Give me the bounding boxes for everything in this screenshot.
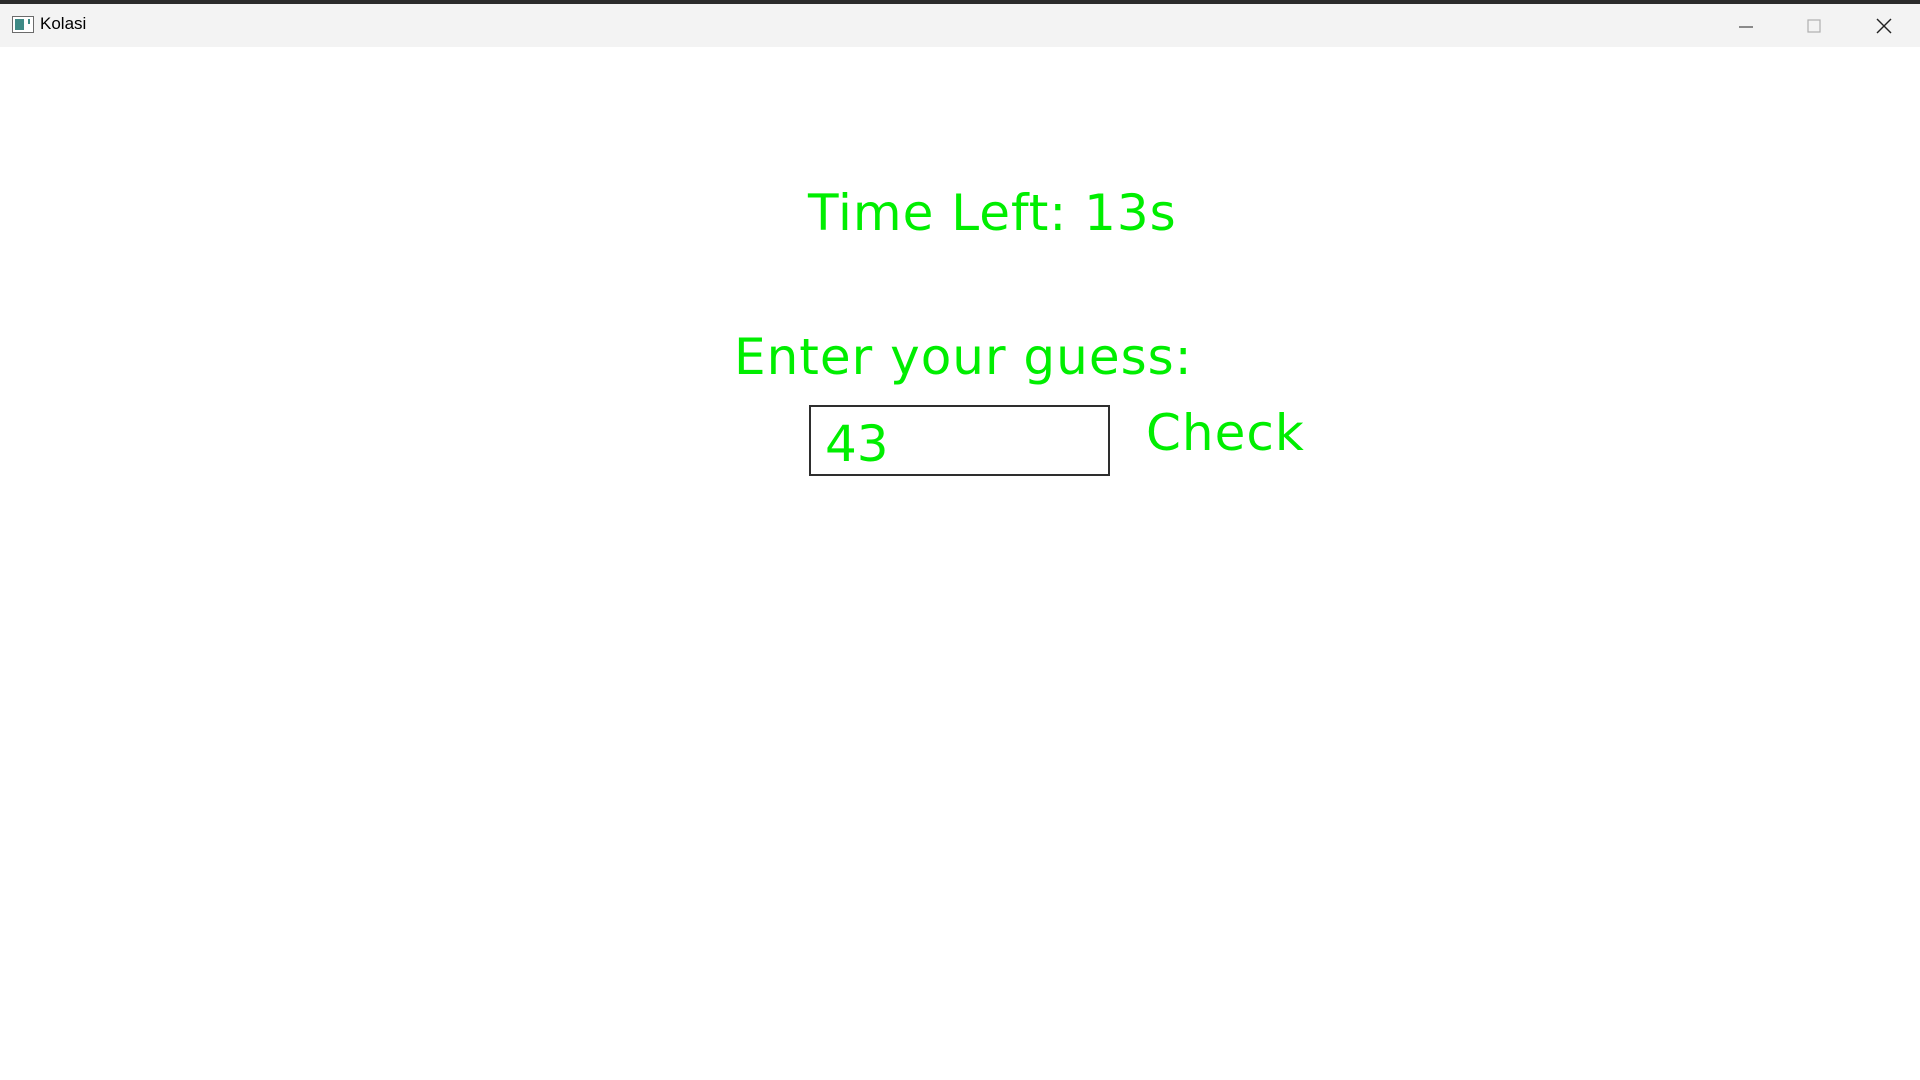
guess-input[interactable]	[809, 405, 1110, 476]
check-button[interactable]: Check	[1146, 401, 1305, 466]
window-title: Kolasi	[40, 14, 87, 33]
guess-prompt: Enter your guess:	[734, 328, 1193, 386]
minimize-button[interactable]	[1712, 4, 1780, 47]
app-window: Kolasi Time Left: 13s Enter your guess: …	[0, 0, 1920, 1080]
maximize-button[interactable]	[1780, 4, 1848, 47]
game-area: Time Left: 13s Enter your guess: Check	[0, 47, 1920, 1080]
timer-label: Time Left: 13s	[808, 184, 1177, 242]
title-bar[interactable]: Kolasi	[0, 4, 1920, 47]
close-button[interactable]	[1850, 4, 1918, 47]
minimize-icon	[1739, 26, 1753, 28]
maximize-icon	[1807, 19, 1821, 33]
app-window-icon	[12, 16, 34, 33]
close-icon	[1876, 18, 1892, 34]
